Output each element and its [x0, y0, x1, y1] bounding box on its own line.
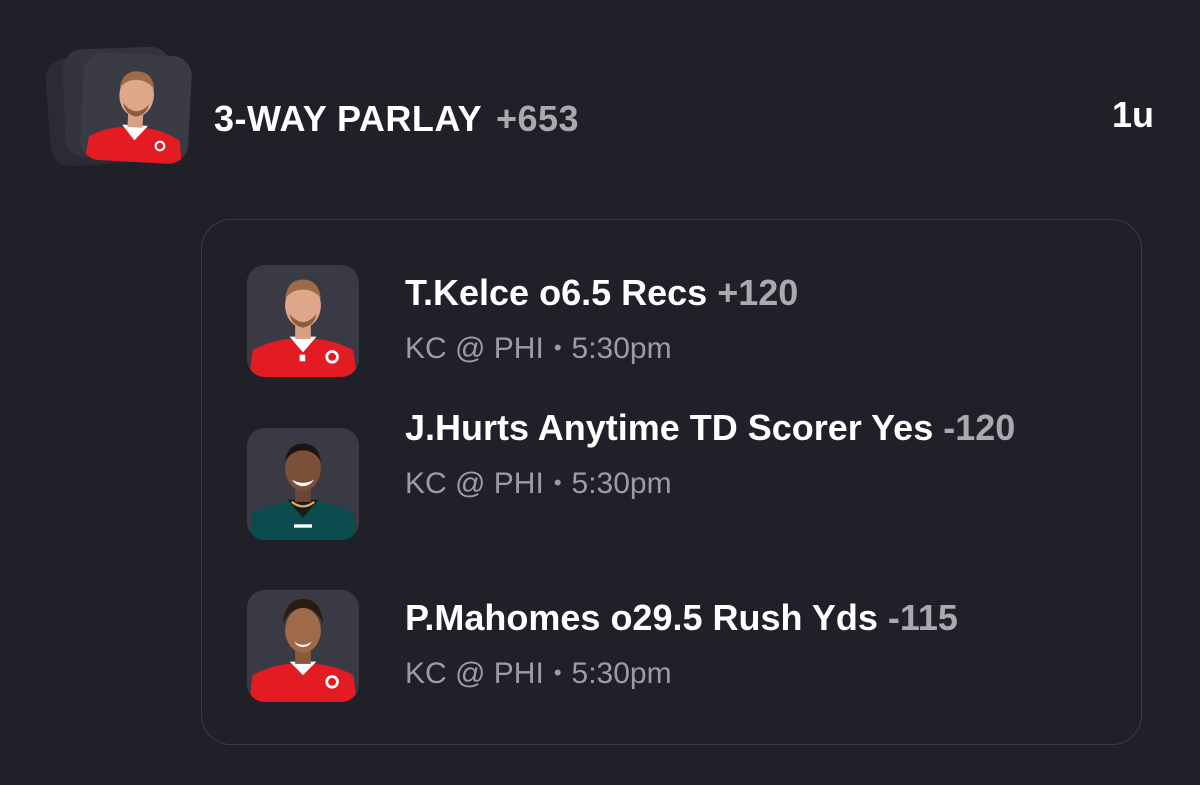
market-label: o6.5 Recs: [539, 272, 708, 313]
leg-title: P.Mahomes o29.5 Rush Yds -115: [405, 595, 1045, 641]
matchup: KC @ PHI: [405, 467, 544, 500]
game-info: KC @ PHI • 5:30pm: [405, 463, 1045, 504]
market-label: Anytime TD Scorer Yes: [537, 407, 934, 448]
stake-units: 1u: [1111, 94, 1154, 135]
player-name: P.Mahomes: [405, 597, 601, 638]
game-time: 5:30pm: [571, 332, 672, 365]
game-info: KC @ PHI • 5:30pm: [405, 328, 1045, 369]
leg-details: T.Kelce o6.5 Recs +120 KC @ PHI • 5:30pm: [405, 270, 1045, 369]
matchup: KC @ PHI: [405, 657, 544, 690]
separator-dot: •: [553, 335, 562, 360]
player-headshot-icon: [247, 590, 359, 702]
leg-odds: -120: [943, 407, 1016, 448]
game-time: 5:30pm: [571, 467, 672, 500]
player-avatar-mahomes: [247, 590, 359, 702]
player-headshot-icon: [79, 51, 193, 165]
leg-title: J.Hurts Anytime TD Scorer Yes -120: [405, 405, 1045, 451]
parlay-type-label: 3-WAY PARLAY: [214, 98, 482, 139]
leg-details: J.Hurts Anytime TD Scorer Yes -120 KC @ …: [405, 405, 1045, 504]
leg-odds: +120: [717, 272, 799, 313]
player-avatar-kelce: [247, 265, 359, 377]
separator-dot: •: [553, 470, 562, 495]
player-headshot-icon: [247, 265, 359, 377]
leg-title: T.Kelce o6.5 Recs +120: [405, 270, 1045, 316]
parlay-avatar-stack: [44, 42, 200, 168]
game-info: KC @ PHI • 5:30pm: [405, 653, 1045, 694]
player-headshot-icon: [247, 428, 359, 540]
parlay-legs-card: T.Kelce o6.5 Recs +120 KC @ PHI • 5:30pm J…: [201, 219, 1142, 745]
parlay-odds: +653: [495, 98, 580, 139]
separator-dot: •: [553, 660, 562, 685]
player-avatar-kelce: [79, 51, 193, 165]
player-name: J.Hurts: [405, 407, 530, 448]
leg-details: P.Mahomes o29.5 Rush Yds -115 KC @ PHI • 5…: [405, 595, 1045, 694]
game-time: 5:30pm: [571, 657, 672, 690]
market-label: o29.5 Rush Yds: [610, 597, 878, 638]
player-avatar-hurts: [247, 428, 359, 540]
leg-odds: -115: [887, 597, 958, 638]
parlay-title: 3-WAY PARLAY +653: [214, 98, 579, 140]
matchup: KC @ PHI: [405, 332, 544, 365]
player-name: T.Kelce: [405, 272, 530, 313]
